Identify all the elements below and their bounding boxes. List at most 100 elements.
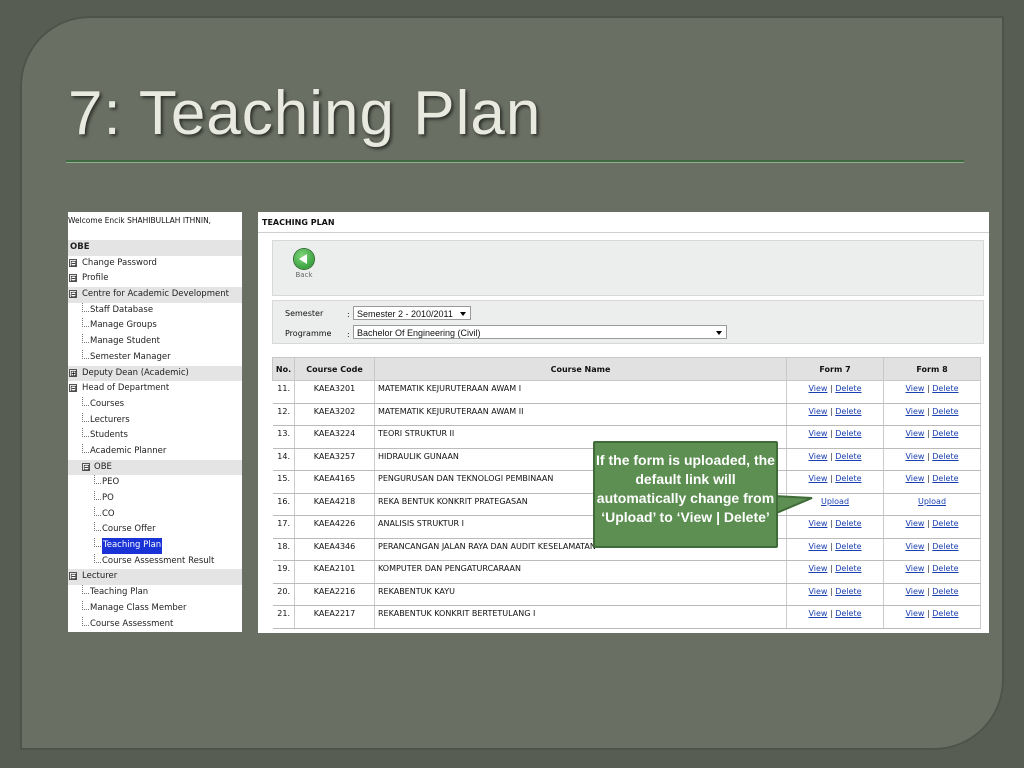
programme-select[interactable]: Bachelor Of Engineering (Civil) (353, 325, 727, 339)
sidebar-item-label: Head of Department (82, 383, 170, 394)
back-button[interactable]: Back (291, 249, 317, 285)
tree-connector (82, 318, 89, 328)
sidebar-item-label: Teaching Plan (90, 587, 149, 598)
sidebar-item-obe[interactable]: ⊟ OBE (68, 459, 242, 476)
collapse-icon[interactable]: ⊟ (69, 384, 77, 393)
sidebar-item-course-assessment-result[interactable]: Course Assessment Result (68, 553, 242, 570)
delete-link[interactable]: Delete (932, 519, 958, 528)
sidebar-item-peo[interactable]: PEO (68, 475, 242, 491)
view-link[interactable]: View (808, 384, 827, 393)
delete-link[interactable]: Delete (932, 384, 958, 393)
view-link[interactable]: View (905, 587, 924, 596)
delete-link[interactable]: Delete (932, 474, 958, 483)
form-8-cell: View | Delete (883, 425, 981, 449)
delete-link[interactable]: Delete (932, 587, 958, 596)
sidebar-item-students[interactable]: Students (68, 428, 242, 444)
collapse-icon[interactable]: ⊟ (69, 274, 77, 283)
view-link[interactable]: View (905, 519, 924, 528)
view-link[interactable]: View (905, 609, 924, 618)
sidebar-item-manage-student[interactable]: Manage Student (68, 334, 242, 350)
view-link[interactable]: View (905, 474, 924, 483)
form-8-cell: View | Delete (883, 605, 981, 629)
view-link[interactable]: View (808, 587, 827, 596)
sidebar-item-semester-manager[interactable]: Semester Manager (68, 349, 242, 366)
sidebar-item-lecturers[interactable]: Lecturers (68, 412, 242, 429)
link-separator: | (829, 519, 833, 528)
view-link[interactable]: View (905, 452, 924, 461)
sidebar-item-teaching-plan[interactable]: Teaching Plan (68, 585, 242, 601)
delete-link[interactable]: Delete (835, 564, 861, 573)
delete-link[interactable]: Delete (835, 407, 861, 416)
collapse-icon[interactable]: ⊟ (69, 572, 77, 581)
view-link[interactable]: View (808, 452, 827, 461)
sidebar-item-academic-planner[interactable]: Academic Planner (68, 443, 242, 460)
sidebar-item-po[interactable]: PO (68, 491, 242, 507)
upload-link[interactable]: Upload (821, 497, 849, 506)
sidebar-item-deputy-dean-academic[interactable]: ⊞ Deputy Dean (Academic) (68, 365, 242, 382)
view-link[interactable]: View (808, 564, 827, 573)
sidebar-item-change-password[interactable]: ⊟ Change Password (68, 256, 242, 272)
collapse-icon[interactable]: ⊟ (69, 290, 77, 299)
delete-link[interactable]: Delete (835, 542, 861, 551)
upload-link[interactable]: Upload (918, 497, 946, 506)
collapse-icon[interactable]: ⊟ (82, 462, 90, 471)
sidebar-item-label: Course Offer (102, 524, 156, 535)
row-number: 18. (272, 538, 295, 561)
sidebar-item-courses[interactable]: Courses (68, 396, 242, 413)
course-name: REKABENTUK KAYU (374, 583, 787, 606)
callout-pointer (772, 494, 813, 516)
delete-link[interactable]: Delete (835, 519, 861, 528)
sidebar-item-course-offer[interactable]: Course Offer (68, 522, 242, 538)
delete-link[interactable]: Delete (932, 452, 958, 461)
view-link[interactable]: View (808, 407, 827, 416)
nav-section-header: OBE (68, 240, 242, 256)
view-link[interactable]: View (808, 429, 827, 438)
view-link[interactable]: View (808, 609, 827, 618)
delete-link[interactable]: Delete (835, 587, 861, 596)
delete-link[interactable]: Delete (932, 564, 958, 573)
view-link[interactable]: View (905, 542, 924, 551)
view-link[interactable]: View (905, 429, 924, 438)
sidebar-item-lecturer[interactable]: ⊟ Lecturer (68, 569, 242, 586)
sidebar-item-co[interactable]: CO (68, 506, 242, 523)
filter-panel: Semester : Semester 2 - 2010/2011 Progra… (272, 300, 984, 344)
view-link[interactable]: View (808, 542, 827, 551)
delete-link[interactable]: Delete (932, 542, 958, 551)
sidebar-item-profile[interactable]: ⊟ Profile (68, 271, 242, 287)
sidebar-item-label: Manage Class Member (90, 602, 187, 613)
sidebar-item-course-assessment[interactable]: Course Assessment (68, 616, 242, 633)
view-link[interactable]: View (905, 564, 924, 573)
sidebar-item-centre-for-academic-development[interactable]: ⊟ Centre for Academic Development (68, 287, 242, 303)
nav-tree: OBE ⊟ Change Password ⊟ Profile ⊟ Centre for … (68, 240, 242, 632)
sidebar-item-label: Courses (90, 398, 125, 409)
semester-select[interactable]: Semester 2 - 2010/2011 (353, 306, 471, 320)
delete-link[interactable]: Delete (835, 452, 861, 461)
form-8-cell: View | Delete (883, 448, 981, 471)
sidebar-item-manage-groups[interactable]: Manage Groups (68, 318, 242, 334)
table-row: 21. KAEA2217 REKABENTUK KONKRIT BERTETULAN… (272, 605, 981, 629)
delete-link[interactable]: Delete (835, 384, 861, 393)
sidebar-item-head-of-department[interactable]: ⊟ Head of Department (68, 381, 242, 397)
delete-link[interactable]: Delete (835, 474, 861, 483)
link-separator: | (829, 474, 833, 483)
delete-link[interactable]: Delete (835, 609, 861, 618)
sidebar-item-teaching-plan[interactable]: Teaching Plan (68, 538, 242, 554)
row-number: 11. (272, 380, 295, 404)
delete-link[interactable]: Delete (932, 407, 958, 416)
link-separator: | (926, 384, 930, 393)
nav-section-label: OBE (70, 242, 90, 252)
form-8-cell: View | Delete (883, 380, 981, 404)
form-8-cell: Upload (883, 493, 981, 516)
view-link[interactable]: View (905, 384, 924, 393)
sidebar-item-manage-class-member[interactable]: Manage Class Member (68, 600, 242, 617)
sidebar-item-staff-database[interactable]: Staff Database (68, 302, 242, 319)
expand-icon[interactable]: ⊞ (69, 368, 77, 377)
page-title: TEACHING PLAN (262, 218, 335, 227)
view-link[interactable]: View (808, 474, 827, 483)
delete-link[interactable]: Delete (835, 429, 861, 438)
delete-link[interactable]: Delete (932, 429, 958, 438)
view-link[interactable]: View (905, 407, 924, 416)
collapse-icon[interactable]: ⊟ (69, 258, 77, 267)
delete-link[interactable]: Delete (932, 609, 958, 618)
view-link[interactable]: View (808, 519, 827, 528)
